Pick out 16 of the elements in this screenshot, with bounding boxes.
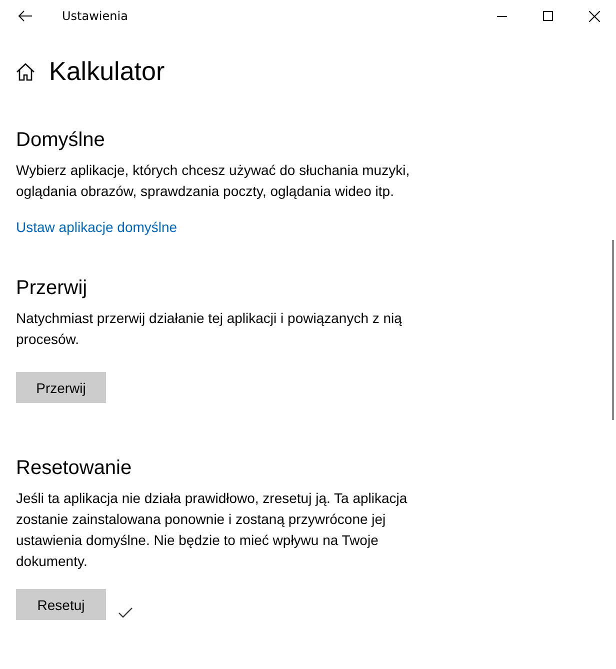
action-button[interactable]: Resetuj xyxy=(16,589,106,620)
section-description: Natychmiast przerwij działanie tej aplikacji i powiązanych z nią procesów. xyxy=(16,309,403,349)
page-title: Kalkulator xyxy=(49,56,165,87)
section-description: Wybierz aplikacje, których chcesz używać do słuchania muzyki, oglądania obrazów, sprawdzania poczty, oglądania wideo itp. xyxy=(16,161,411,201)
back-icon[interactable] xyxy=(18,10,32,22)
action-button[interactable]: Przerwij xyxy=(16,372,106,403)
home-icon[interactable] xyxy=(16,62,35,80)
maximize-icon[interactable] xyxy=(543,11,553,21)
section-heading: Przerwij xyxy=(16,277,88,300)
section-description: Jeśli ta aplikacja nie działa prawidłowo, zresetuj ją. Ta aplikacja zostanie zainstalowana ponownie i zostaną przywrócone jej ustawienia domyślne. Nie będzie to mieć wpływu na Twoje dokumenty. xyxy=(16,489,408,571)
window-title: Ustawienia xyxy=(62,9,128,23)
section-heading: Resetowanie xyxy=(16,457,133,480)
section-heading: Domyślne xyxy=(16,129,106,152)
link[interactable]: Ustaw aplikacje domyślne xyxy=(16,219,178,235)
close-icon[interactable] xyxy=(589,10,600,22)
scrollbar[interactable] xyxy=(612,240,614,420)
